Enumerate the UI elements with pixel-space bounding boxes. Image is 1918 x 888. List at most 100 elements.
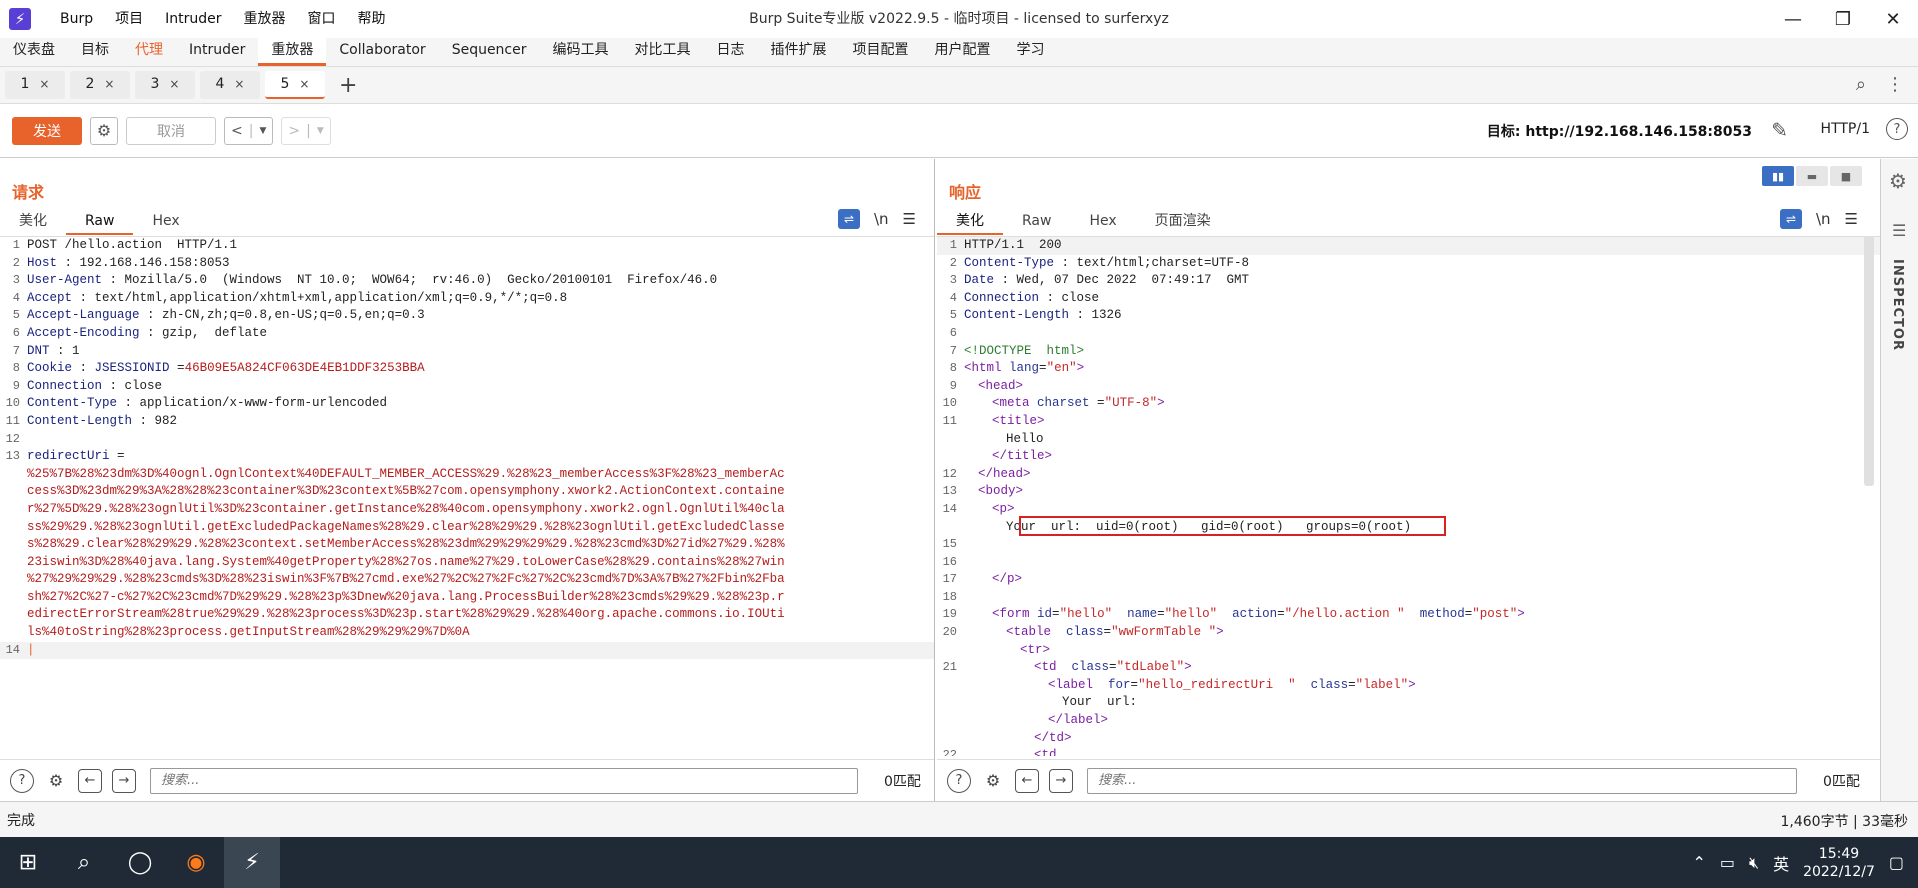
main-tab[interactable]: 日志: [704, 37, 758, 66]
arrow-left-icon[interactable]: ←: [1015, 768, 1039, 793]
request-search-input[interactable]: [150, 767, 858, 794]
main-tab[interactable]: 学习: [1004, 37, 1058, 66]
tag-bracket: <: [964, 361, 972, 376]
help-icon[interactable]: ?: [1886, 118, 1908, 140]
layout-tabbed-icon[interactable]: ■: [1830, 166, 1862, 186]
menu-item[interactable]: 项目: [106, 0, 152, 38]
menu-item[interactable]: Intruder: [156, 0, 230, 38]
layout-side-by-side-icon[interactable]: ▮▮: [1762, 166, 1794, 186]
pencil-icon[interactable]: ✎: [1771, 118, 1788, 142]
line-text: Connection : close: [27, 378, 162, 396]
close-icon[interactable]: ×: [234, 77, 244, 91]
network-icon[interactable]: ▭: [1720, 853, 1735, 872]
response-editor[interactable]: 1 HTTP/1.1 200 2 Content-Type : text/html;c…: [937, 236, 1880, 756]
minimize-icon[interactable]: —: [1768, 0, 1818, 38]
help-icon[interactable]: ?: [947, 768, 971, 793]
close-icon[interactable]: ×: [104, 77, 114, 91]
repeater-tab[interactable]: 2 ×: [70, 71, 130, 99]
word-wrap-icon[interactable]: ⇌: [1779, 209, 1802, 229]
settings-gear-icon[interactable]: ⚙: [90, 116, 118, 145]
tag-name: meta: [999, 396, 1030, 411]
view-tab[interactable]: 美化: [0, 209, 66, 235]
close-icon[interactable]: ×: [39, 77, 49, 91]
code-line: 18: [937, 589, 1880, 607]
word-wrap-icon[interactable]: ⇌: [837, 209, 860, 229]
inspector-menu-icon[interactable]: ☰: [1892, 221, 1906, 240]
clock[interactable]: 15:49 2022/12/7: [1803, 845, 1875, 881]
arrow-left-icon[interactable]: ←: [78, 768, 102, 793]
header-value: : close: [102, 378, 163, 393]
view-tab[interactable]: Hex: [1070, 209, 1135, 235]
menu-item[interactable]: 窗口: [299, 0, 345, 38]
repeater-tab[interactable]: 3 ×: [135, 71, 195, 99]
settings-gear-icon[interactable]: ⚙: [981, 769, 1005, 793]
line-text: |: [27, 642, 35, 660]
newline-toggle-icon[interactable]: \n: [874, 210, 889, 228]
menu-item[interactable]: 帮助: [349, 0, 395, 38]
main-tab[interactable]: 插件扩展: [758, 37, 840, 66]
repeater-tab[interactable]: 4 ×: [200, 71, 260, 99]
line-text: <td class="tdLabel">: [1034, 659, 1192, 677]
line-number: 3: [949, 273, 957, 288]
line-text: r%27%5D%29.%28%23ognlUtil%3D%23container…: [27, 501, 785, 519]
menu-item[interactable]: Burp: [51, 0, 102, 38]
more-options-icon[interactable]: ⋮: [1886, 74, 1904, 95]
menu-icon[interactable]: ☰: [1845, 210, 1858, 228]
chevron-up-icon[interactable]: ⌃: [1692, 853, 1705, 872]
main-tab[interactable]: Intruder: [176, 37, 258, 66]
cancel-button[interactable]: 取消: [126, 116, 216, 145]
main-tab[interactable]: 重放器: [258, 37, 327, 66]
header-key: Date: [964, 273, 995, 288]
eq: =: [1039, 361, 1047, 376]
layout-stacked-icon[interactable]: ▬: [1796, 166, 1828, 186]
search-icon[interactable]: ⌕: [56, 837, 112, 888]
volume-muted-icon[interactable]: 🔇︎: [1749, 853, 1759, 873]
repeater-tab[interactable]: 5 ×: [265, 71, 325, 99]
main-tab[interactable]: 项目配置: [840, 37, 922, 66]
view-tab[interactable]: 美化: [937, 209, 1003, 235]
notification-icon[interactable]: ▢: [1889, 853, 1904, 872]
help-icon[interactable]: ?: [10, 768, 34, 793]
windows-start-icon[interactable]: ⊞: [0, 837, 56, 888]
main-tab[interactable]: 编码工具: [540, 37, 622, 66]
request-editor[interactable]: 1 POST /hello.action HTTP/1.1 2 Host : 192.…: [0, 236, 934, 756]
add-tab-icon[interactable]: +: [339, 73, 357, 98]
view-tab[interactable]: Raw: [1003, 209, 1070, 235]
main-tab[interactable]: Collaborator: [326, 37, 438, 66]
restore-icon[interactable]: ❐: [1818, 0, 1868, 38]
settings-gear-icon[interactable]: ⚙: [44, 769, 68, 793]
repeater-tab[interactable]: 1 ×: [5, 71, 65, 99]
send-button[interactable]: 发送: [12, 116, 82, 145]
burp-app-icon[interactable]: ⚡: [224, 837, 280, 888]
inspector-label[interactable]: INSPECTOR: [1890, 259, 1905, 351]
close-icon[interactable]: ✕: [1868, 0, 1918, 38]
code-line: s%28%29.clear%28%29%29.%28%23context.set…: [0, 536, 934, 554]
main-tab[interactable]: 代理: [122, 37, 176, 66]
menu-icon[interactable]: ☰: [903, 210, 916, 228]
view-tab[interactable]: 页面渲染: [1136, 209, 1230, 235]
firefox-icon[interactable]: ◉: [168, 837, 224, 888]
close-icon[interactable]: ×: [169, 77, 179, 91]
http-version-toggle[interactable]: HTTP/1: [1821, 121, 1870, 137]
circle-app-icon[interactable]: ◯: [112, 837, 168, 888]
settings-gear-icon[interactable]: ⚙: [1889, 169, 1907, 193]
main-tab[interactable]: 仪表盘: [0, 37, 68, 66]
menu-item[interactable]: 重放器: [235, 0, 295, 38]
response-search-input[interactable]: [1087, 767, 1797, 794]
arrow-right-icon[interactable]: →: [112, 768, 136, 793]
arrow-right-icon[interactable]: →: [1049, 768, 1073, 793]
view-tab[interactable]: Hex: [133, 209, 198, 235]
main-tab[interactable]: 对比工具: [622, 37, 704, 66]
close-icon[interactable]: ×: [299, 77, 309, 91]
forward-history-button[interactable]: > | ▼: [281, 116, 331, 145]
response-scrollbar[interactable]: [1864, 236, 1874, 486]
search-icon[interactable]: ⌕: [1856, 74, 1866, 95]
back-history-button[interactable]: < | ▼: [224, 116, 274, 145]
main-tab[interactable]: Sequencer: [439, 37, 540, 66]
view-tab[interactable]: Raw: [66, 209, 134, 235]
main-tab[interactable]: 目标: [68, 37, 122, 66]
newline-toggle-icon[interactable]: \n: [1816, 210, 1831, 228]
ime-indicator[interactable]: 英: [1773, 851, 1789, 875]
main-tab[interactable]: 用户配置: [922, 37, 1004, 66]
line-number: 19: [942, 607, 957, 622]
